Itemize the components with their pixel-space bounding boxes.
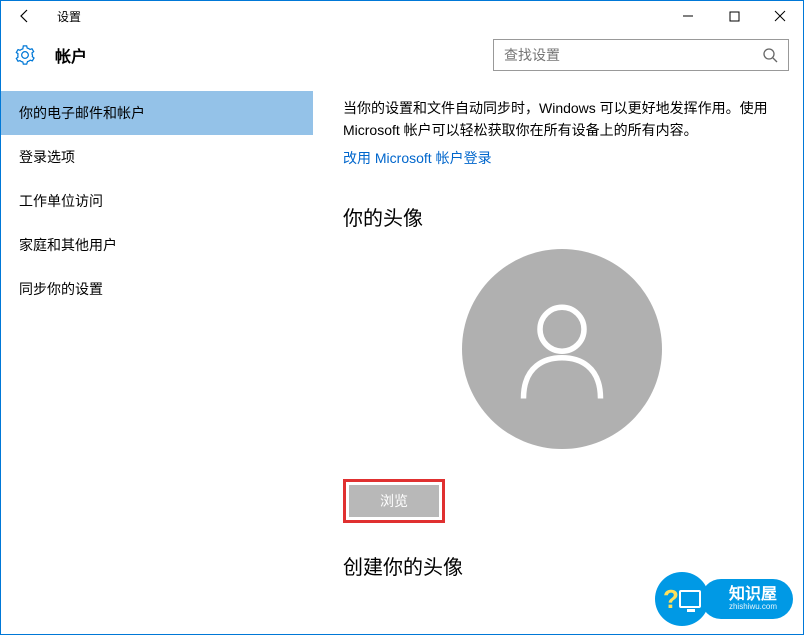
- sidebar-item-label: 家庭和其他用户: [19, 235, 117, 255]
- sidebar-item-label: 你的电子邮件和帐户: [19, 103, 145, 123]
- sidebar-item-signin-options[interactable]: 登录选项: [1, 135, 313, 179]
- minimize-button[interactable]: [665, 1, 711, 31]
- arrow-left-icon: [17, 8, 33, 24]
- person-icon: [507, 294, 617, 404]
- sidebar-item-sync-settings[interactable]: 同步你的设置: [1, 267, 313, 311]
- watermark-text: 知识屋: [729, 587, 777, 603]
- content-area: 当你的设置和文件自动同步时，Windows 可以更好地发挥作用。使用 Micro…: [313, 79, 803, 634]
- search-input[interactable]: [504, 47, 762, 63]
- maximize-icon: [729, 11, 740, 22]
- monitor-icon: [679, 590, 701, 608]
- header: 帐户: [1, 31, 803, 79]
- sidebar-item-label: 工作单位访问: [19, 191, 103, 211]
- back-button[interactable]: [11, 2, 39, 30]
- avatar-placeholder: [462, 249, 662, 449]
- body: 你的电子邮件和帐户 登录选项 工作单位访问 家庭和其他用户 同步你的设置 当你的…: [1, 79, 803, 634]
- sidebar-item-work-access[interactable]: 工作单位访问: [1, 179, 313, 223]
- question-icon: ?: [663, 584, 679, 615]
- close-button[interactable]: [757, 1, 803, 31]
- window-title: 设置: [57, 8, 81, 25]
- watermark-icon-circle: ?: [655, 572, 709, 626]
- gear-icon: [15, 45, 35, 65]
- watermark-label: 知识屋 zhishiwu.com: [701, 579, 793, 619]
- watermark-subtext: zhishiwu.com: [729, 603, 777, 611]
- sync-description: 当你的设置和文件自动同步时，Windows 可以更好地发挥作用。使用 Micro…: [343, 97, 781, 142]
- browse-highlight: 浏览: [343, 479, 445, 523]
- watermark-badge: ? 知识屋 zhishiwu.com: [655, 572, 793, 626]
- minimize-icon: [682, 10, 694, 22]
- maximize-button[interactable]: [711, 1, 757, 31]
- window-controls: [665, 1, 803, 31]
- search-icon: [762, 47, 778, 63]
- search-box[interactable]: [493, 39, 789, 71]
- sidebar: 你的电子邮件和帐户 登录选项 工作单位访问 家庭和其他用户 同步你的设置: [1, 79, 313, 634]
- avatar-container: [343, 249, 781, 449]
- browse-button[interactable]: 浏览: [349, 485, 439, 517]
- titlebar: 设置: [1, 1, 803, 31]
- close-icon: [774, 10, 786, 22]
- sidebar-item-label: 登录选项: [19, 147, 75, 167]
- page-title: 帐户: [55, 43, 87, 67]
- sidebar-item-family-users[interactable]: 家庭和其他用户: [1, 223, 313, 267]
- sidebar-item-label: 同步你的设置: [19, 279, 103, 299]
- avatar-heading: 你的头像: [343, 202, 781, 231]
- sidebar-item-email-accounts[interactable]: 你的电子邮件和帐户: [1, 91, 313, 135]
- microsoft-signin-link[interactable]: 改用 Microsoft 帐户登录: [343, 148, 492, 168]
- browse-button-label: 浏览: [380, 491, 408, 511]
